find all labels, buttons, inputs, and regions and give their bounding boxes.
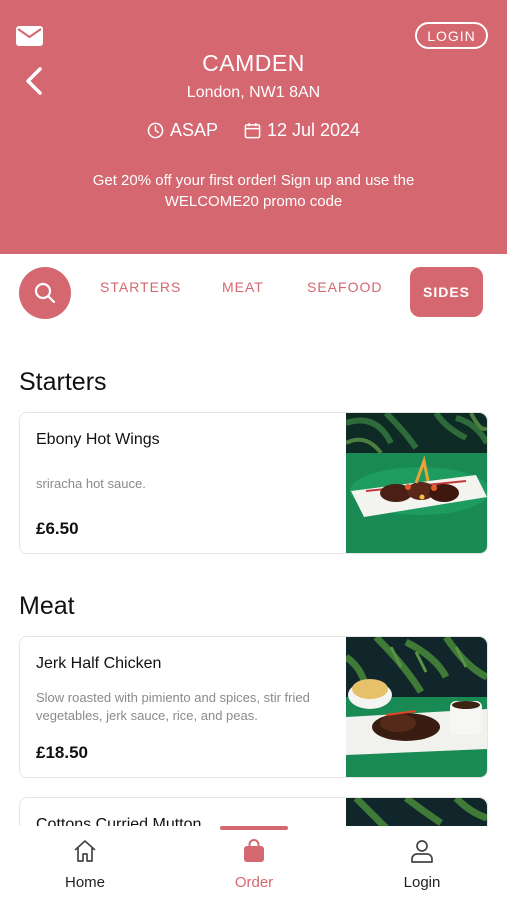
home-icon [74,840,96,862]
store-name: CAMDEN [202,50,305,76]
mail-icon[interactable] [16,26,43,46]
menu-item-description: sriracha hot sauce. [36,476,146,491]
search-button[interactable] [19,267,71,319]
tab-meat[interactable]: MEAT [222,279,264,295]
menu-item-name: Ebony Hot Wings [36,431,160,448]
nav-login-label: Login [403,874,441,891]
menu-item-price: £18.50 [36,743,88,762]
section-title-starters: Starters [19,368,107,396]
clock-icon [147,122,164,139]
menu-item-name: Jerk Half Chicken [36,655,162,672]
time-selector[interactable]: ASAP [147,120,218,141]
nav-home-label: Home [64,874,105,891]
date-selector[interactable]: 12 Jul 2024 [244,120,360,141]
menu-item-card[interactable]: Ebony Hot Wings sriracha hot sauce. £6.5… [19,412,488,554]
menu-item-image [346,637,487,777]
promo-text-line1: Get 20% off your first order! Sign up an… [92,172,415,189]
tab-seafood[interactable]: SEAFOOD [307,279,382,295]
store-address: London, NW1 8AN [186,84,321,101]
tab-starters[interactable]: STARTERS [100,279,181,295]
menu-item-card[interactable]: Jerk Half Chicken Slow roasted with pimi… [19,636,488,778]
menu-item-description: Slow roasted with pimiento and spices, s… [36,690,310,723]
store-header: LOGIN CAMDEN London, NW1 8AN ASAP 12 Jul… [0,0,507,254]
bag-icon [244,839,264,862]
tab-sides[interactable]: SIDES [410,267,483,317]
order-time-row: ASAP 12 Jul 2024 [0,120,507,141]
calendar-icon [244,122,261,139]
user-icon [411,840,433,863]
promo-text-line2: WELCOME20 promo code [164,193,343,210]
login-button[interactable]: LOGIN [415,22,488,49]
promo-banner: Get 20% off your first order! Sign up an… [40,170,467,212]
search-icon [34,282,56,304]
menu-item-price: £6.50 [36,519,79,538]
active-tab-indicator [220,826,288,830]
date-label: 12 Jul 2024 [266,120,361,140]
category-tabs: STARTERS MEAT SEAFOOD SIDES [0,254,507,330]
section-title-meat: Meat [19,592,75,620]
menu-item-image [346,413,487,553]
bottom-nav: Home Order Login [0,826,507,900]
time-label: ASAP [169,120,218,140]
nav-order-label: Order [234,874,274,891]
